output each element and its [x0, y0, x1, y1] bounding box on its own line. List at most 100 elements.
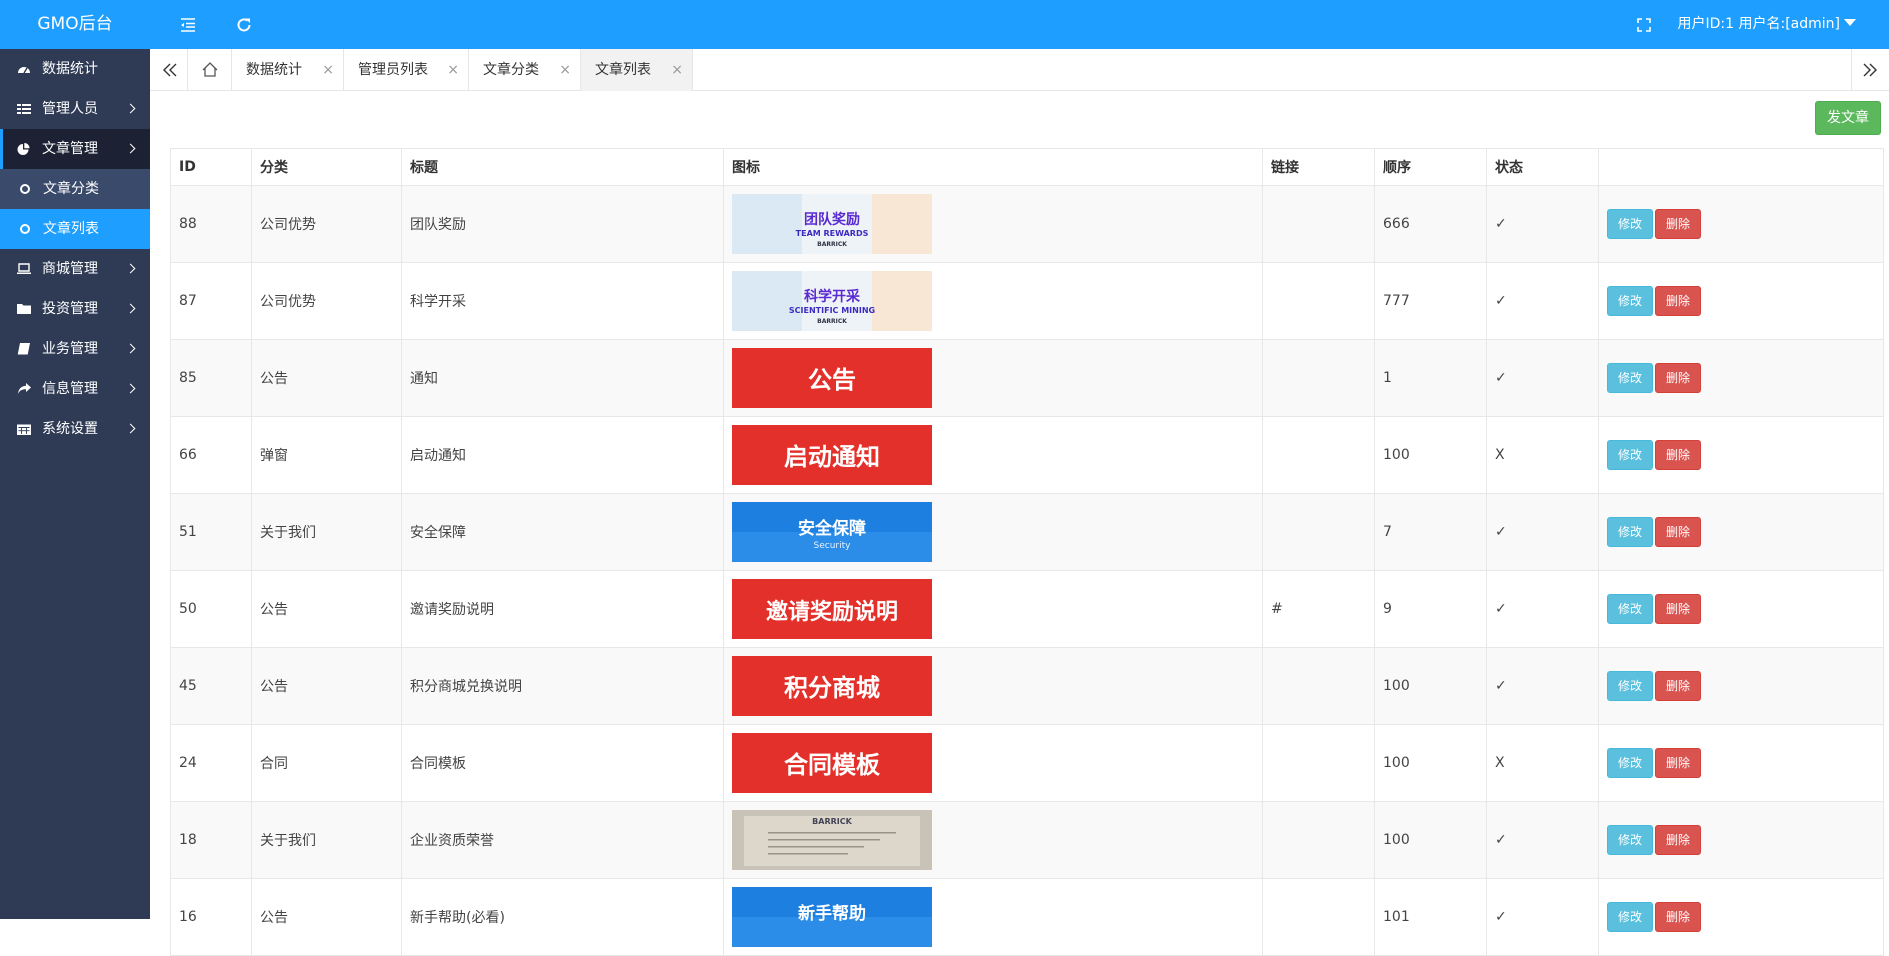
- category-cell: 弹窗: [251, 416, 402, 494]
- tab-home[interactable]: [188, 49, 232, 91]
- status-cell: ✓: [1486, 185, 1599, 263]
- icon-cell: 邀请奖励说明: [723, 570, 1263, 648]
- delete-button[interactable]: 删除: [1655, 671, 1701, 701]
- category-cell: 合同: [251, 724, 402, 802]
- id-cell: 87: [170, 262, 252, 340]
- actions-cell: 修改 删除: [1598, 724, 1884, 802]
- tab-label: 文章分类: [483, 62, 539, 78]
- order-cell: 7: [1374, 493, 1487, 571]
- order-cell: 100: [1374, 724, 1487, 802]
- delete-button[interactable]: 删除: [1655, 363, 1701, 393]
- icon-cell: 团队奖励 TEAM REWARDS BARRICK: [723, 185, 1263, 263]
- status-cell: ✓: [1486, 262, 1599, 340]
- order-cell: 100: [1374, 647, 1487, 725]
- link-cell: [1262, 878, 1375, 956]
- article-thumbnail: 团队奖励TEAM REWARDS BARRICK: [732, 194, 932, 254]
- title-cell: 安全保障: [401, 493, 724, 571]
- icon-cell: 启动通知: [723, 416, 1263, 494]
- user-menu[interactable]: 用户ID:1 用户名:[admin]: [1678, 0, 1856, 49]
- sidebar-subitem-article-list[interactable]: 文章列表: [0, 209, 150, 249]
- thumbnail-subtitle: TEAM REWARDS: [796, 229, 869, 238]
- thumbnail-brand: BARRICK: [817, 241, 847, 248]
- delete-button[interactable]: 删除: [1655, 748, 1701, 778]
- sidebar-item-articles[interactable]: 文章管理: [0, 129, 150, 169]
- fullscreen-icon[interactable]: [1634, 15, 1654, 35]
- article-thumbnail: 积分商城: [732, 656, 932, 716]
- sidebar-item-info[interactable]: 信息管理: [0, 369, 150, 409]
- tab-scroll-right-button[interactable]: [1851, 49, 1889, 91]
- link-cell: [1262, 262, 1375, 340]
- tab-bar: 数据统计 × 管理员列表 × 文章分类 × 文章列表 ×: [150, 49, 1889, 91]
- table-header-row: ID 分类 标题 图标 链接 顺序 状态: [170, 148, 1884, 186]
- sidebar-item-admins[interactable]: 管理人员: [0, 89, 150, 129]
- column-header: ID: [170, 148, 252, 186]
- dashboard-icon: [18, 67, 30, 74]
- sidebar-item-data-stats[interactable]: 数据统计: [0, 49, 150, 89]
- sidebar-item-label: 信息管理: [42, 381, 98, 397]
- tab-data-stats[interactable]: 数据统计 ×: [232, 49, 344, 91]
- edit-button[interactable]: 修改: [1607, 517, 1653, 547]
- sidebar-item-settings[interactable]: 系统设置: [0, 409, 150, 449]
- tab-close-icon[interactable]: ×: [322, 49, 334, 91]
- article-thumbnail: 合同模板: [732, 733, 932, 793]
- icon-cell: 公告: [723, 339, 1263, 417]
- edit-button[interactable]: 修改: [1607, 671, 1653, 701]
- order-cell: 666: [1374, 185, 1487, 263]
- edit-button[interactable]: 修改: [1607, 825, 1653, 855]
- link-cell: [1262, 493, 1375, 571]
- sidebar-item-investment[interactable]: 投资管理: [0, 289, 150, 329]
- table-row: 18 关于我们 企业资质荣誉 BARRICK 100 ✓ 修改 删除: [170, 801, 1884, 879]
- thumbnail-title: 邀请奖励说明: [766, 599, 898, 625]
- category-cell: 关于我们: [251, 801, 402, 879]
- edit-button[interactable]: 修改: [1607, 440, 1653, 470]
- status-cell: ✓: [1486, 493, 1599, 571]
- delete-button[interactable]: 删除: [1655, 209, 1701, 239]
- chevron-right-icon: [125, 383, 136, 394]
- order-cell: 777: [1374, 262, 1487, 340]
- link-cell: [1262, 185, 1375, 263]
- edit-button[interactable]: 修改: [1607, 286, 1653, 316]
- chevron-down-icon: [1844, 19, 1856, 26]
- link-cell: [1262, 416, 1375, 494]
- delete-button[interactable]: 删除: [1655, 825, 1701, 855]
- chevron-right-icon: [125, 303, 136, 314]
- sidebar-item-mall[interactable]: 商城管理: [0, 249, 150, 289]
- tab-article-list[interactable]: 文章列表 ×: [581, 49, 693, 91]
- refresh-icon[interactable]: [234, 15, 254, 35]
- tab-close-icon[interactable]: ×: [559, 49, 571, 91]
- tab-close-icon[interactable]: ×: [671, 49, 683, 91]
- tab-label: 管理员列表: [358, 62, 428, 78]
- delete-button[interactable]: 删除: [1655, 440, 1701, 470]
- table-row: 51 关于我们 安全保障 安全保障 Security 7 ✓ 修改 删除: [170, 493, 1884, 571]
- menu-collapse-icon[interactable]: [178, 15, 198, 35]
- edit-button[interactable]: 修改: [1607, 594, 1653, 624]
- category-cell: 公司优势: [251, 262, 402, 340]
- edit-button[interactable]: 修改: [1607, 902, 1653, 932]
- table-body: 88 公司优势 团队奖励 团队奖励 TEAM REWARDS BARRICK 666 ✓ 修改删…: [170, 185, 1884, 956]
- tab-admin-list[interactable]: 管理员列表 ×: [344, 49, 469, 91]
- tab-scroll-left-button[interactable]: [150, 49, 188, 91]
- tab-close-icon[interactable]: ×: [447, 49, 459, 91]
- link-cell: [1262, 801, 1375, 879]
- delete-button[interactable]: 删除: [1655, 286, 1701, 316]
- link-cell: [1262, 724, 1375, 802]
- delete-button[interactable]: 删除: [1655, 594, 1701, 624]
- title-cell: 企业资质荣誉: [401, 801, 724, 879]
- status-cell: ✓: [1486, 878, 1599, 956]
- sidebar-subitem-article-category[interactable]: 文章分类: [0, 169, 150, 209]
- actions-cell: 修改 删除: [1598, 493, 1884, 571]
- delete-button[interactable]: 删除: [1655, 902, 1701, 932]
- sidebar-item-business[interactable]: 业务管理: [0, 329, 150, 369]
- chevron-right-icon: [125, 343, 136, 354]
- thumbnail-brand: BARRICK: [817, 318, 847, 325]
- delete-button[interactable]: 删除: [1655, 517, 1701, 547]
- order-cell: 100: [1374, 801, 1487, 879]
- edit-button[interactable]: 修改: [1607, 748, 1653, 778]
- tab-article-category[interactable]: 文章分类 ×: [469, 49, 581, 91]
- double-chevron-right-icon: [1863, 63, 1877, 77]
- top-header: GMO后台 用户ID:1 用户名:[admin]: [0, 0, 1889, 49]
- sidebar-item-label: 投资管理: [42, 301, 98, 317]
- edit-button[interactable]: 修改: [1607, 209, 1653, 239]
- edit-button[interactable]: 修改: [1607, 363, 1653, 393]
- publish-article-button[interactable]: 发文章: [1815, 101, 1881, 135]
